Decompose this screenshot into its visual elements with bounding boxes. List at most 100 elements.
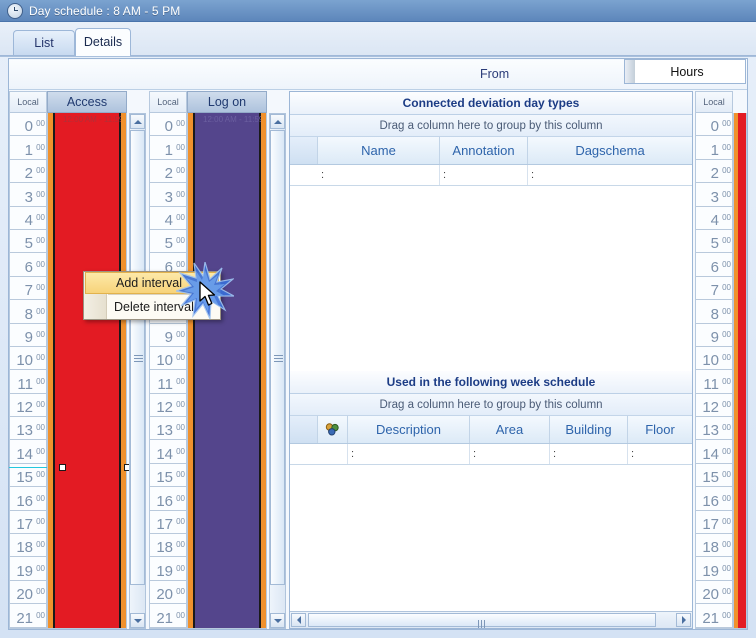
hour-minutes: 00 xyxy=(176,610,185,620)
time-scale-hour-18: 18 00 xyxy=(150,534,186,558)
time-scale-hour-20: 20 00 xyxy=(10,581,46,605)
filter-dagschema[interactable]: : xyxy=(528,165,692,185)
grids-container: Connected deviation day types Drag a col… xyxy=(289,91,693,629)
hour-minutes: 00 xyxy=(176,563,185,573)
hour-minutes: 00 xyxy=(176,470,185,480)
hour-number: 2 xyxy=(164,165,173,183)
hour-number: 4 xyxy=(710,211,719,229)
grid-header-row-1: Name Annotation Dagschema xyxy=(290,137,692,165)
vertical-scroll-thumb[interactable] xyxy=(270,130,285,585)
interval-track-access[interactable]: 12:00 AM - 11:59 xyxy=(47,113,127,629)
vertical-scroll-thumb[interactable] xyxy=(130,130,145,585)
time-scale-hour-5: 5 00 xyxy=(10,230,46,254)
column-header-description[interactable]: Description xyxy=(348,416,470,443)
filter-area[interactable]: : xyxy=(470,444,550,464)
from-label: From xyxy=(480,67,510,81)
right-interval-strip[interactable] xyxy=(733,113,747,629)
hour-number: 13 xyxy=(156,422,173,440)
column-header-logon[interactable]: Log on xyxy=(187,91,267,113)
hour-number: 11 xyxy=(157,375,173,393)
interval-track-logon[interactable]: 12:00 AM - 11:59 xyxy=(187,113,267,629)
filter-spacer-2 xyxy=(290,444,318,464)
hour-number: 9 xyxy=(710,328,719,346)
group-panel-1[interactable]: Drag a column here to group by this colu… xyxy=(290,115,692,137)
grid-body-1 xyxy=(290,186,692,370)
column-header-group-icon[interactable] xyxy=(318,416,348,443)
time-scale-hour-13: 13 00 xyxy=(150,417,186,441)
column-header-access[interactable]: Access xyxy=(47,91,127,113)
column-header-building[interactable]: Building xyxy=(550,416,628,443)
scroll-up-arrow-icon[interactable] xyxy=(130,114,145,129)
column-header-name[interactable]: Name xyxy=(318,137,440,164)
hour-number: 6 xyxy=(24,258,33,276)
scroll-down-arrow-icon[interactable] xyxy=(130,613,145,628)
hours-grip-icon xyxy=(625,60,635,83)
time-scale-hour-0: 0 00 xyxy=(696,113,732,137)
time-scale-hour-5: 5 00 xyxy=(150,230,186,254)
filter-description[interactable]: : xyxy=(348,444,470,464)
scroll-down-arrow-icon[interactable] xyxy=(270,613,285,628)
vertical-scrollbar-access[interactable] xyxy=(129,113,146,629)
time-scale-hour-9: 9 00 xyxy=(696,324,732,347)
hour-number: 20 xyxy=(156,586,173,604)
tab-list[interactable]: List xyxy=(13,30,75,55)
filter-name[interactable]: : xyxy=(318,165,440,185)
column-header-area[interactable]: Area xyxy=(470,416,550,443)
hour-number: 11 xyxy=(17,375,33,393)
hour-number: 17 xyxy=(16,516,33,534)
hour-minutes: 00 xyxy=(176,587,185,597)
tab-details[interactable]: Details xyxy=(75,28,131,56)
hour-minutes: 00 xyxy=(722,306,731,316)
hour-minutes: 00 xyxy=(36,329,45,339)
filter-building[interactable]: : xyxy=(550,444,628,464)
hour-minutes: 00 xyxy=(36,376,45,386)
grid-caption-1: Connected deviation day types xyxy=(290,92,692,115)
hour-minutes: 00 xyxy=(722,587,731,597)
time-scale-hour-1: 1 00 xyxy=(150,136,186,160)
window-title: Day schedule : 8 AM - 5 PM xyxy=(29,3,181,18)
hour-minutes: 00 xyxy=(176,212,185,222)
hour-number: 10 xyxy=(156,352,173,370)
time-scale-1: 0 00 1 00 2 00 3 00 4 00 5 00 6 00 7 00 8 00 9 00 10 00 11 00 12… xyxy=(9,113,47,629)
time-scale-hour-1: 1 00 xyxy=(696,136,732,160)
interval-block-access[interactable]: 12:00 AM - 11:59 xyxy=(53,113,123,628)
interval-label-logon: 12:00 AM - 11:59 xyxy=(203,115,264,124)
group-panel-2[interactable]: Drag a column here to group by this colu… xyxy=(290,394,692,416)
time-scale-hour-2: 2 00 xyxy=(10,160,46,184)
hour-minutes: 00 xyxy=(36,517,45,527)
hour-minutes: 00 xyxy=(36,540,45,550)
time-scale-hour-2: 2 00 xyxy=(696,160,732,184)
hour-minutes: 00 xyxy=(176,236,185,246)
hour-minutes: 00 xyxy=(36,353,45,363)
scroll-right-arrow-icon[interactable] xyxy=(676,613,691,627)
hour-number: 14 xyxy=(702,445,719,463)
horizontal-scroll-thumb[interactable] xyxy=(308,613,656,628)
filter-annotation[interactable]: : xyxy=(440,165,528,185)
hour-minutes: 00 xyxy=(722,610,731,620)
grid-used-in-week-schedule: Used in the following week schedule Drag… xyxy=(290,371,692,628)
scale-header-local-2: Local xyxy=(149,91,187,113)
hour-number: 9 xyxy=(164,328,173,346)
hour-minutes: 00 xyxy=(36,166,45,176)
interval-handle-left[interactable] xyxy=(59,464,66,471)
interval-block-logon[interactable]: 12:00 AM - 11:59 xyxy=(193,113,264,628)
right-interval-block[interactable] xyxy=(738,113,746,628)
scroll-up-arrow-icon[interactable] xyxy=(270,114,285,129)
time-scale-hour-3: 3 00 xyxy=(696,183,732,207)
right-time-scale-group: Local 0 00 1 00 2 00 3 00 4 00 5 00 6 00 7 00 8 00 9 00 10 00… xyxy=(695,91,748,629)
hour-minutes: 00 xyxy=(176,517,185,527)
hour-minutes: 00 xyxy=(36,283,45,293)
column-header-floor[interactable]: Floor xyxy=(628,416,692,443)
filter-floor[interactable]: : xyxy=(628,444,692,464)
horizontal-scrollbar[interactable] xyxy=(290,611,692,628)
hour-number: 0 xyxy=(164,118,173,136)
column-header-annotation[interactable]: Annotation xyxy=(440,137,528,164)
hours-selector[interactable]: Hours xyxy=(624,59,746,84)
time-scale-hour-21: 21 00 xyxy=(696,604,732,628)
hour-minutes: 00 xyxy=(176,166,185,176)
vertical-scrollbar-logon[interactable] xyxy=(269,113,286,629)
time-scale-hour-17: 17 00 xyxy=(150,511,186,535)
scroll-left-arrow-icon[interactable] xyxy=(291,613,306,627)
column-header-dagschema[interactable]: Dagschema xyxy=(528,137,692,164)
hour-number: 5 xyxy=(24,235,33,253)
